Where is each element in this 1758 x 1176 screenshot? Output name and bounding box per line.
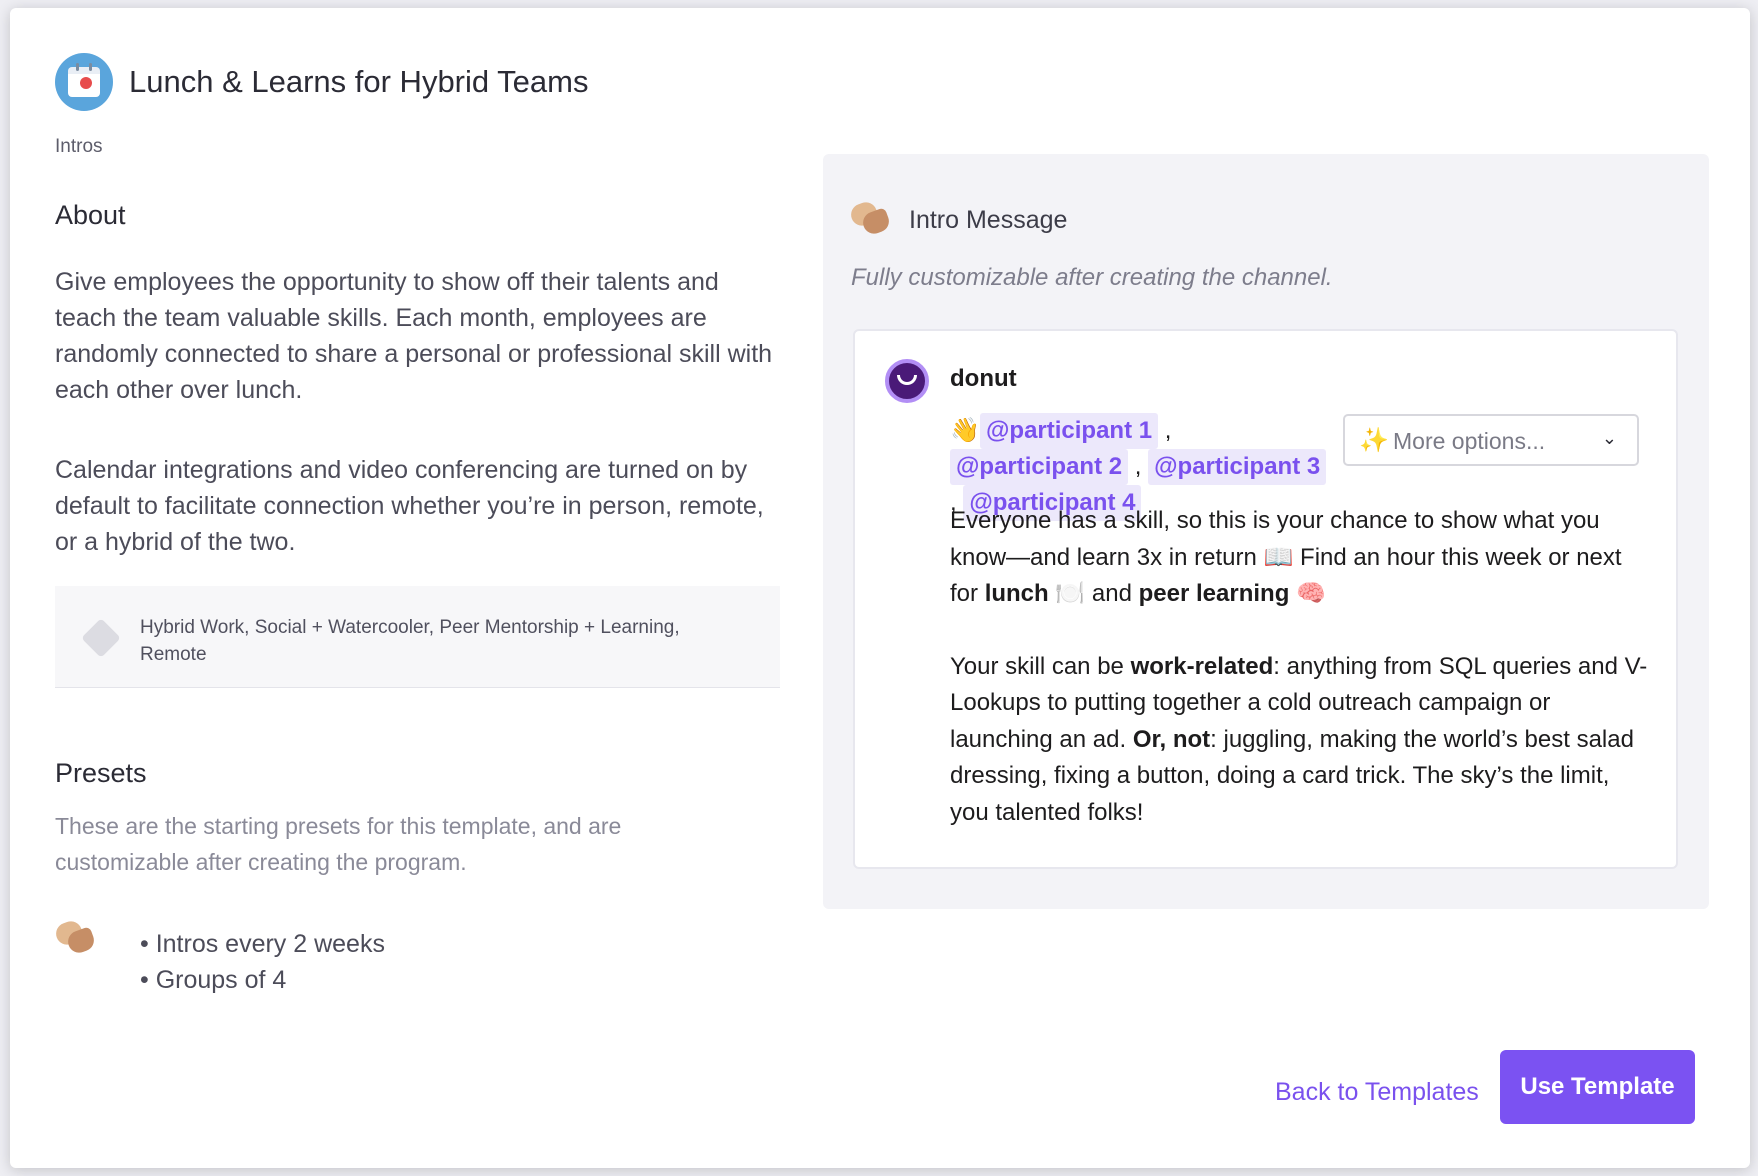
tag-icon xyxy=(81,618,121,658)
about-heading: About xyxy=(55,200,126,230)
template-modal: Lunch & Learns for Hybrid Teams Intros A… xyxy=(10,8,1750,1168)
preset-item: • Intros every 2 weeks xyxy=(140,930,385,958)
message-body: Everyone has a skill, so this is your ch… xyxy=(950,503,1650,831)
use-template-button[interactable]: Use Template xyxy=(1500,1050,1695,1124)
dropdown-label: More options... xyxy=(1393,428,1546,454)
page-title: Lunch & Learns for Hybrid Teams xyxy=(129,64,589,99)
intro-message-panel: Intro Message Fully customizable after c… xyxy=(823,154,1709,909)
tags-list: Hybrid Work, Social + Watercooler, Peer … xyxy=(140,617,680,665)
wave-icon: 👋 xyxy=(950,417,980,444)
about-paragraph-2: Calendar integrations and video conferen… xyxy=(55,456,764,556)
presets-list: • Intros every 2 weeks • Groups of 4 xyxy=(140,926,385,998)
back-to-templates-link[interactable]: Back to Templates xyxy=(1275,1078,1479,1107)
intro-message-subtitle: Fully customizable after creating the ch… xyxy=(851,264,1333,291)
mention-participant-1: @participant 1 xyxy=(980,413,1159,449)
donut-bot-avatar xyxy=(885,359,929,403)
apple-icon xyxy=(80,77,92,89)
message-paragraph-1: Everyone has a skill, so this is your ch… xyxy=(950,507,1622,607)
presets-description: These are the starting presets for this … xyxy=(55,813,622,875)
handshake-icon xyxy=(53,918,97,956)
mention-participant-3: @participant 3 xyxy=(1148,449,1327,485)
intro-message-heading: Intro Message xyxy=(909,206,1068,234)
message-preview-card: donut 👋 @participant 1 , @participant 2 ,… xyxy=(853,329,1678,869)
plate-icon: 🍽️ xyxy=(1055,580,1086,607)
modal-header: Lunch & Learns for Hybrid Teams xyxy=(55,53,589,111)
calendar-icon xyxy=(55,53,113,111)
about-paragraph-1: Give employees the opportunity to show o… xyxy=(55,268,773,404)
category-label: Intros xyxy=(55,136,103,157)
chevron-down-icon: ⌄ xyxy=(1601,428,1617,448)
message-paragraph-2: Your skill can be work-related: anything… xyxy=(950,652,1648,826)
handshake-icon xyxy=(848,199,892,237)
brain-icon: 🧠 xyxy=(1296,580,1326,607)
tags-box: Hybrid Work, Social + Watercooler, Peer … xyxy=(55,586,780,688)
sparkles-icon: ✨ xyxy=(1359,427,1389,454)
more-options-dropdown[interactable]: ✨ More options... ⌄ xyxy=(1343,414,1639,466)
presets-heading: Presets xyxy=(55,758,147,788)
bot-name: donut xyxy=(950,365,1017,392)
mention-participant-2: @participant 2 xyxy=(950,449,1129,485)
preset-item: • Groups of 4 xyxy=(140,966,287,994)
book-icon: 📖 xyxy=(1263,543,1294,571)
